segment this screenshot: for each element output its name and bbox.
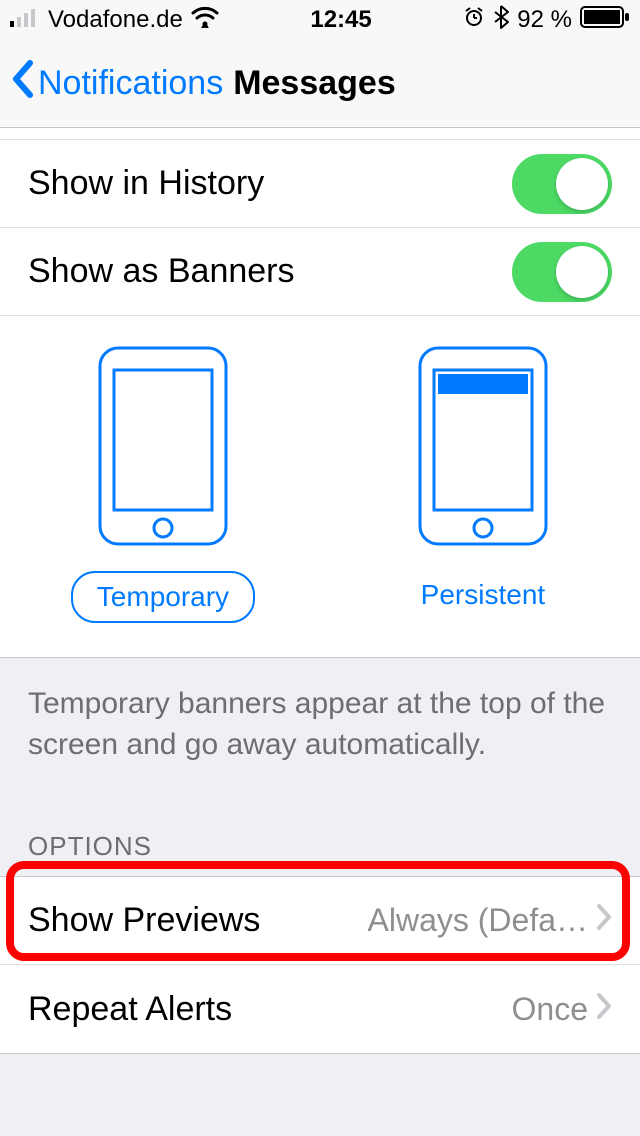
show-previews-value: Always (Defa…: [368, 902, 589, 939]
nav-bar: Notifications Messages: [0, 40, 640, 128]
banner-style-picker: Temporary Persistent: [0, 316, 640, 657]
banner-style-persistent[interactable]: Persistent: [397, 346, 570, 623]
wifi-icon: [191, 6, 219, 35]
show-as-banners-toggle[interactable]: [512, 242, 612, 302]
show-previews-label: Show Previews: [28, 901, 260, 940]
show-in-history-row: Show in History: [0, 140, 640, 228]
show-as-banners-row: Show as Banners: [0, 228, 640, 316]
chevron-left-icon: [10, 59, 34, 108]
banner-style-temporary-label: Temporary: [71, 571, 255, 623]
alarm-icon: [463, 6, 485, 35]
repeat-alerts-row[interactable]: Repeat Alerts Once: [0, 965, 640, 1053]
show-previews-row[interactable]: Show Previews Always (Defa…: [0, 877, 640, 965]
show-in-history-toggle[interactable]: [512, 154, 612, 214]
show-as-banners-label: Show as Banners: [28, 252, 295, 291]
phone-persistent-icon: [418, 346, 548, 551]
battery-icon: [580, 6, 630, 35]
banner-style-persistent-label: Persistent: [397, 571, 570, 619]
repeat-alerts-label: Repeat Alerts: [28, 990, 232, 1029]
status-bar: Vodafone.de 12:45 92 %: [0, 0, 640, 40]
chevron-right-icon: [596, 991, 612, 1028]
chevron-right-icon: [596, 902, 612, 939]
banner-style-temporary[interactable]: Temporary: [71, 346, 255, 623]
phone-temporary-icon: [98, 346, 228, 551]
back-label: Notifications: [38, 64, 223, 103]
signal-icon: [10, 6, 40, 34]
page-title: Messages: [233, 64, 396, 103]
clock: 12:45: [310, 6, 371, 34]
options-group: Show Previews Always (Defa… Repeat Alert…: [0, 876, 640, 1054]
back-button[interactable]: Notifications: [10, 59, 223, 108]
banner-style-hint: Temporary banners appear at the top of t…: [0, 658, 640, 805]
show-in-history-label: Show in History: [28, 164, 264, 203]
repeat-alerts-value: Once: [512, 991, 588, 1028]
carrier-label: Vodafone.de: [48, 6, 183, 34]
battery-label: 92 %: [517, 6, 572, 34]
toggles-group: Show in History Show as Banners Tem: [0, 140, 640, 658]
prev-group-edge: [0, 128, 640, 140]
options-header: OPTIONS: [0, 805, 640, 876]
bluetooth-icon: [493, 5, 509, 36]
